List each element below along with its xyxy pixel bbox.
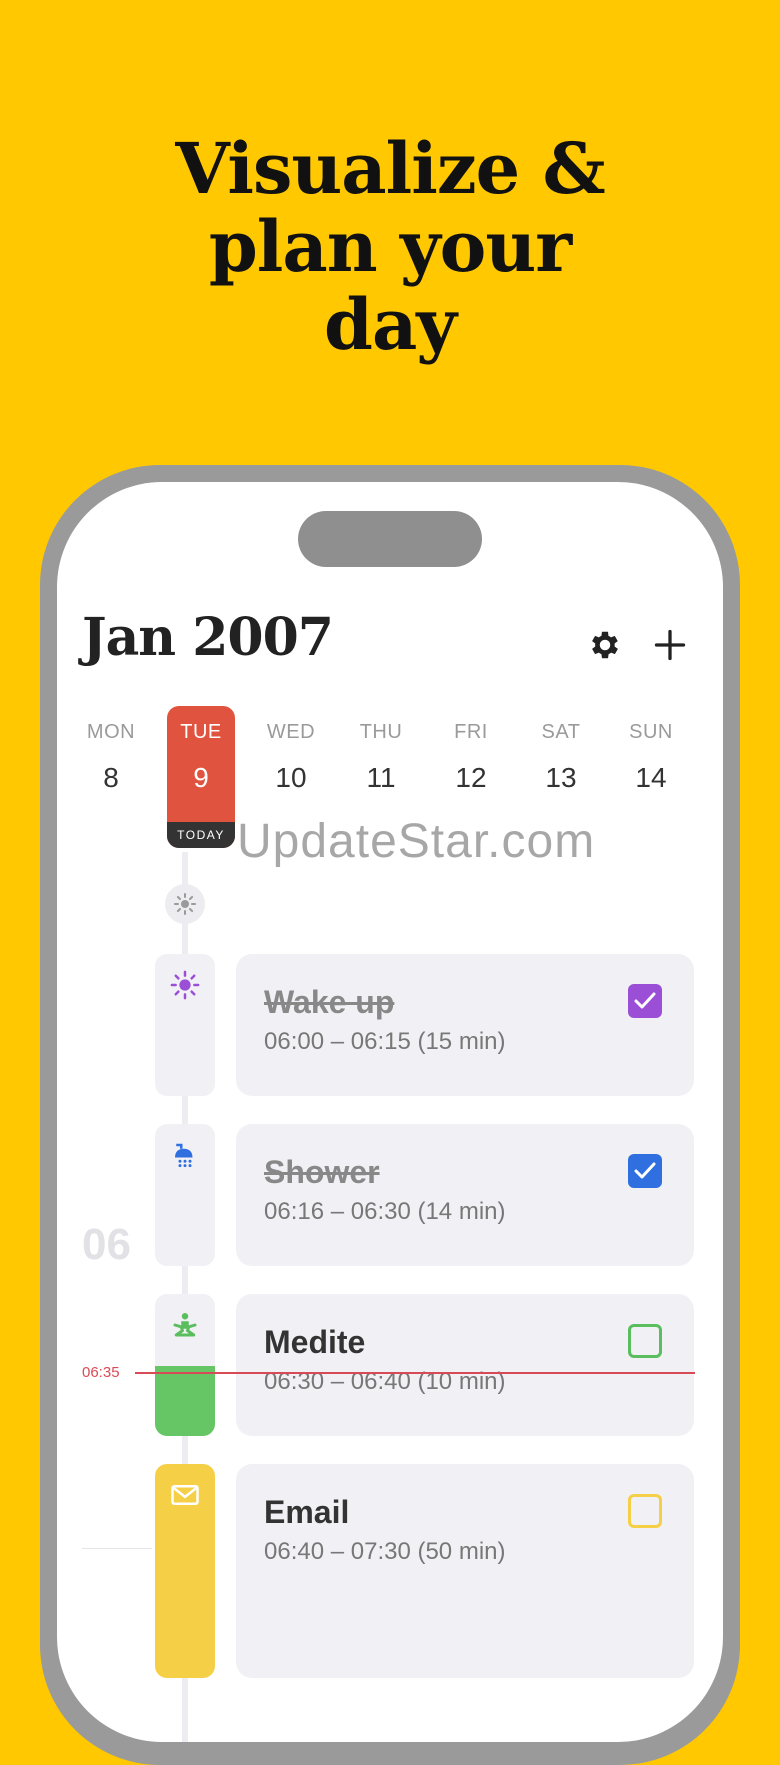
task-title: Medite (264, 1324, 366, 1360)
current-time-line (135, 1372, 695, 1374)
day-number: 10 (275, 762, 307, 793)
day-number: 13 (545, 762, 577, 793)
day-of-week: SAT (541, 721, 581, 743)
headline-line-3: day (324, 283, 457, 366)
day-number: 11 (366, 762, 396, 793)
task-card-wake-up[interactable]: Wake up 06:00 – 06:15 (15 min) (236, 954, 694, 1096)
sun-icon (174, 893, 196, 915)
day-tue[interactable]: TUE 9 TODAY (167, 706, 235, 848)
headline-line-2: plan your (208, 205, 572, 288)
dynamic-island (298, 511, 482, 567)
day-number: 14 (635, 762, 667, 793)
task-time: 06:16 – 06:30 (14 min) (264, 1198, 506, 1225)
month-title[interactable]: Jan 2007 (82, 607, 334, 668)
day-of-week: THU (359, 721, 403, 743)
task-title: Email (264, 1494, 350, 1530)
day-sun[interactable]: SUN 14 (617, 706, 685, 848)
current-time-label: 06:35 (82, 1364, 120, 1381)
task-pill-wake-up[interactable] (155, 954, 215, 1096)
day-of-week: FRI (454, 721, 488, 743)
task-checkbox-checked[interactable] (628, 1154, 662, 1188)
task-checkbox-checked[interactable] (628, 984, 662, 1018)
task-time: 06:00 – 06:15 (15 min) (264, 1028, 506, 1055)
task-pill-email[interactable] (155, 1464, 215, 1678)
sun-icon (170, 970, 200, 1000)
task-title: Wake up (264, 984, 395, 1020)
day-number: 9 (193, 762, 209, 793)
hour-divider (82, 1548, 152, 1549)
headline: Visualize & plan your day (0, 130, 780, 364)
today-badge: TODAY (167, 822, 235, 848)
plus-icon[interactable] (652, 627, 688, 663)
shower-icon (175, 1143, 193, 1168)
task-pill-medite[interactable] (155, 1294, 215, 1436)
day-number: 8 (103, 762, 119, 793)
task-checkbox-unchecked[interactable] (628, 1494, 662, 1528)
day-of-week: TUE (180, 721, 222, 743)
checkmark-icon (634, 1162, 656, 1179)
meditation-icon (173, 1313, 197, 1337)
day-of-week: WED (266, 721, 316, 743)
task-checkbox-unchecked[interactable] (628, 1324, 662, 1358)
task-title: Shower (264, 1154, 380, 1190)
day-of-week: MON (86, 721, 136, 743)
task-card-email[interactable]: Email 06:40 – 07:30 (50 min) (236, 1464, 694, 1678)
checkmark-icon (634, 992, 656, 1009)
day-mon[interactable]: MON 8 (77, 706, 145, 848)
sunrise-marker (165, 884, 205, 924)
hour-label: 06 (82, 1220, 131, 1269)
task-pill-shower[interactable] (155, 1124, 215, 1266)
task-time: 06:40 – 07:30 (50 min) (264, 1538, 506, 1565)
phone-screen: Jan 2007 MON 8 TUE 9 TODAY WED 10 THU 11… (57, 482, 723, 1742)
day-number: 12 (455, 762, 487, 793)
task-card-shower[interactable]: Shower 06:16 – 06:30 (14 min) (236, 1124, 694, 1266)
envelope-icon (171, 1485, 199, 1505)
headline-line-1: Visualize & (175, 127, 605, 210)
watermark: UpdateStar.com (237, 815, 596, 868)
gear-icon[interactable] (587, 627, 623, 663)
day-of-week: SUN (629, 721, 673, 743)
task-card-medite[interactable]: Medite 06:30 – 06:40 (10 min) (236, 1294, 694, 1436)
